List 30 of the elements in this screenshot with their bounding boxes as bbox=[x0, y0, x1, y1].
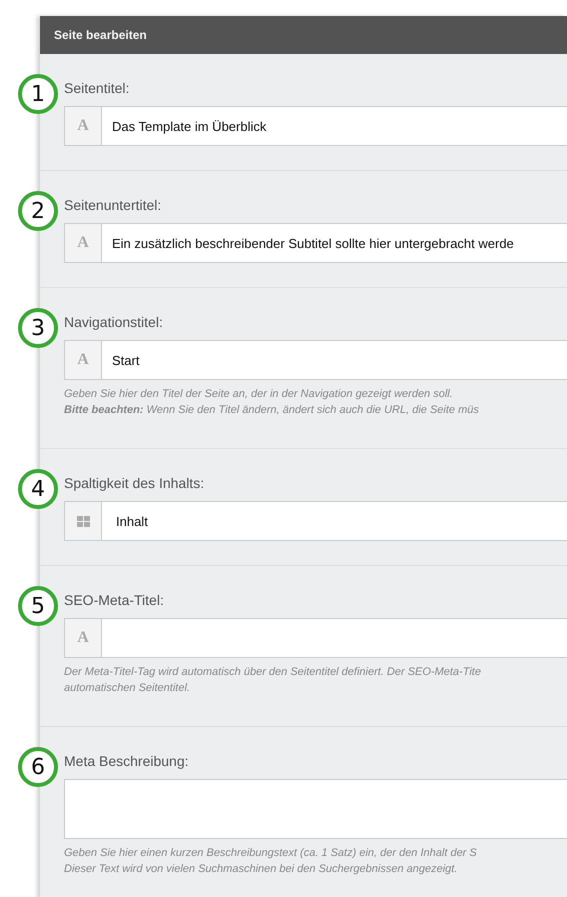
step-number-badge: 2 bbox=[18, 191, 58, 231]
field-label: Spaltigkeit des Inhalts: bbox=[64, 474, 206, 492]
help-text: Geben Sie hier einen kurzen Beschreibungstext (ca. 1 Satz) ein, der den Inhalt der S bbox=[64, 846, 478, 861]
description-textarea[interactable] bbox=[64, 779, 567, 839]
help-text: automatischen Seitentitel. bbox=[64, 681, 191, 696]
field-label: Meta Beschreibung: bbox=[64, 752, 190, 770]
input-field[interactable] bbox=[102, 618, 567, 658]
help-text: Bitte beachten: Wenn Sie den Titel ändern, ändert sich auch die URL, die Seite müs bbox=[64, 403, 480, 418]
field-label: Navigationstitel: bbox=[64, 313, 164, 331]
select-field[interactable]: Inhalt bbox=[102, 501, 567, 541]
step-number-badge: 6 bbox=[18, 747, 58, 787]
field-label: Seitenuntertitel: bbox=[64, 196, 162, 214]
help-text: Der Meta-Titel-Tag wird automatisch über den Seitentitel definiert. Der SEO-Meta-Tite bbox=[64, 665, 482, 680]
step-number-badge: 5 bbox=[18, 586, 58, 626]
help-text: Geben Sie hier den Titel der Seite an, der in der Navigation gezeigt werden soll. bbox=[64, 387, 454, 402]
step-number-badge: 4 bbox=[18, 469, 58, 509]
text-icon: A bbox=[77, 234, 89, 252]
text-icon: A bbox=[77, 351, 89, 369]
step-number-badge: 1 bbox=[18, 74, 58, 114]
text-icon: A bbox=[77, 629, 89, 647]
text-icon: A bbox=[77, 117, 89, 135]
dialog-title: Seite bearbeiten bbox=[54, 28, 147, 42]
input-field[interactable]: Start bbox=[102, 340, 567, 380]
step-number-badge: 3 bbox=[18, 308, 58, 348]
input-field[interactable]: Das Template im Überblick bbox=[102, 106, 567, 146]
input-field[interactable]: Ein zusätzlich beschreibender Subtitel sollte hier untergebracht werde bbox=[102, 223, 567, 263]
field-label: Seitentitel: bbox=[64, 79, 130, 97]
help-text: Dieser Text wird von vielen Suchmaschinen bei den Suchergebnissen angezeigt. bbox=[64, 862, 458, 877]
grid-icon bbox=[76, 516, 90, 526]
field-label: SEO-Meta-Titel: bbox=[64, 591, 165, 609]
